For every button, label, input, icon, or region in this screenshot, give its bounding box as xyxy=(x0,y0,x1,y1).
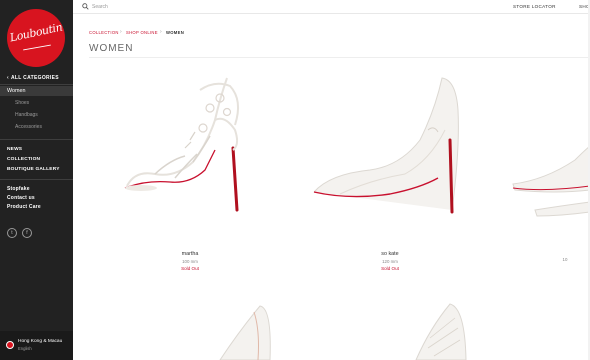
breadcrumb-women: WOMEN xyxy=(166,30,185,35)
divider xyxy=(89,57,590,58)
breadcrumb-separator: › xyxy=(120,29,122,35)
all-categories-link[interactable]: ‹ ALL CATEGORIES xyxy=(7,75,59,81)
region-language: English xyxy=(18,346,32,351)
sidebar-link-collection[interactable]: COLLECTION xyxy=(7,157,40,162)
sidebar-subitem-shoes[interactable]: Shoes xyxy=(15,100,29,106)
sidebar-subitem-handbags[interactable]: Handbags xyxy=(15,112,38,118)
brand-logo[interactable]: Louboutin xyxy=(7,9,65,67)
product-name: so kate xyxy=(381,251,399,257)
store-locator-link[interactable]: STORE LOCATOR xyxy=(513,4,556,9)
flag-icon xyxy=(6,341,14,349)
product-status: Sold Out xyxy=(181,266,199,271)
breadcrumb-shop-online[interactable]: SHOP ONLINE xyxy=(126,30,158,35)
product-heel-height: 100 mm xyxy=(182,259,198,264)
product-heel-height: 120 mm xyxy=(382,259,398,264)
product-heel-height: 10 xyxy=(562,257,568,262)
product-status: Sold Out xyxy=(381,266,399,271)
search-icon[interactable] xyxy=(82,3,89,10)
logo-underline xyxy=(23,44,51,51)
sidebar: Louboutin ‹ ALL CATEGORIES Women Shoes Ha… xyxy=(0,0,73,360)
product-image xyxy=(415,303,467,360)
sidebar-link-contact[interactable]: Contact us xyxy=(7,195,35,201)
product-image xyxy=(124,77,240,212)
product-card-bottom-1[interactable] xyxy=(210,300,280,360)
facebook-icon[interactable]: f xyxy=(22,228,32,238)
divider xyxy=(0,84,73,85)
sidebar-link-product-care[interactable]: Product Care xyxy=(7,204,41,210)
chevron-left-icon: ‹ xyxy=(7,75,9,81)
search-input[interactable]: Search xyxy=(92,4,108,10)
product-image xyxy=(512,145,590,217)
product-card-martha[interactable]: martha 100 mm Sold Out xyxy=(115,70,265,271)
divider xyxy=(0,139,73,140)
sidebar-link-boutique-gallery[interactable]: BOUTIQUE GALLERY xyxy=(7,167,60,172)
logo-script-text: Louboutin xyxy=(8,20,64,45)
sidebar-item-label: Women xyxy=(7,88,26,94)
top-bar: Search STORE LOCATOR SHO xyxy=(73,0,590,14)
divider xyxy=(0,179,73,180)
product-image xyxy=(313,77,459,214)
product-card-partial[interactable]: 10 xyxy=(505,130,590,262)
product-card-so-kate[interactable]: so kate 120 mm Sold Out xyxy=(310,70,470,271)
product-image xyxy=(219,305,271,360)
breadcrumb-separator: › xyxy=(160,29,162,35)
sidebar-subitem-accessories[interactable]: Accessories xyxy=(15,124,42,130)
all-categories-label: ALL CATEGORIES xyxy=(10,75,59,81)
product-card-bottom-2[interactable] xyxy=(410,298,480,360)
sidebar-item-women[interactable]: Women xyxy=(0,86,73,96)
region-name: Hong Kong & Macau xyxy=(18,339,63,344)
twitter-icon[interactable]: t xyxy=(7,228,17,238)
sidebar-link-stopfake[interactable]: Stopfake xyxy=(7,186,30,192)
breadcrumb-collection[interactable]: COLLECTION xyxy=(89,30,119,35)
page-title: WOMEN xyxy=(89,43,134,54)
sidebar-link-news[interactable]: NEWS xyxy=(7,147,22,152)
product-name: martha xyxy=(181,251,199,257)
